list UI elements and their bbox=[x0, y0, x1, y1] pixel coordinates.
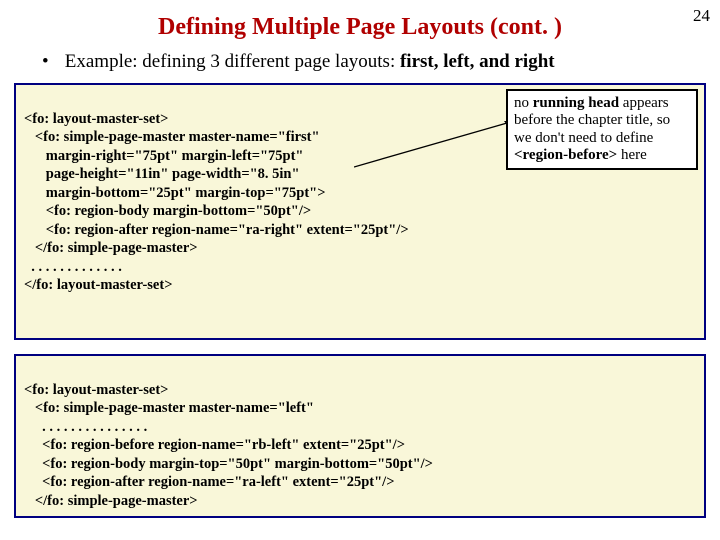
bullet-dot: • bbox=[42, 51, 60, 73]
code-line: </fo: simple-page-master> bbox=[24, 240, 198, 256]
callout-text: no bbox=[514, 95, 533, 111]
page-title: Defining Multiple Page Layouts (cont. ) bbox=[14, 14, 706, 41]
code-line: . . . . . . . . . . . . . bbox=[24, 259, 122, 275]
code-line: <fo: region-body margin-bottom="50pt"/> bbox=[24, 203, 311, 219]
code-line: . . . . . . . . . . . . . . . bbox=[24, 419, 147, 435]
code-line: <fo: region-after region-name="ra-left" … bbox=[24, 474, 394, 490]
code-block-first: <fo: layout-master-set> <fo: simple-page… bbox=[14, 83, 706, 340]
code-line: <fo: layout-master-set> bbox=[24, 382, 168, 398]
code-line: <fo: region-before region-name="rb-left"… bbox=[24, 437, 405, 453]
code-line: <fo: simple-page-master master-name="fir… bbox=[24, 129, 320, 145]
bullet-text: Example: defining 3 different page layou… bbox=[65, 51, 400, 72]
page-number: 24 bbox=[693, 6, 710, 26]
example-bullet: • Example: defining 3 different page lay… bbox=[42, 51, 706, 73]
code-block-left: <fo: layout-master-set> <fo: simple-page… bbox=[14, 354, 706, 518]
code-line: <fo: simple-page-master master-name="lef… bbox=[24, 400, 314, 416]
code-line: </fo: simple-page-master> bbox=[24, 493, 198, 509]
code-line: <fo: region-after region-name="ra-right"… bbox=[24, 222, 409, 238]
code-line: </fo: layout-master-set> bbox=[24, 277, 172, 293]
code-line: <fo: layout-master-set> bbox=[24, 111, 168, 127]
callout-text: here bbox=[617, 147, 647, 163]
callout-bold: running head bbox=[533, 95, 619, 111]
callout-box: no running head appears before the chapt… bbox=[506, 89, 698, 170]
code-line: page-height="11in" page-width="8. 5in" bbox=[24, 166, 300, 182]
code-line: <fo: region-body margin-top="50pt" margi… bbox=[24, 456, 433, 472]
code-line: margin-bottom="25pt" margin-top="75pt"> bbox=[24, 185, 325, 201]
callout-bold: <region-before> bbox=[514, 147, 617, 163]
bullet-bold: first, left, and right bbox=[400, 51, 555, 72]
callout-arrow bbox=[354, 119, 524, 169]
code-line: margin-right="75pt" margin-left="75pt" bbox=[24, 148, 304, 164]
